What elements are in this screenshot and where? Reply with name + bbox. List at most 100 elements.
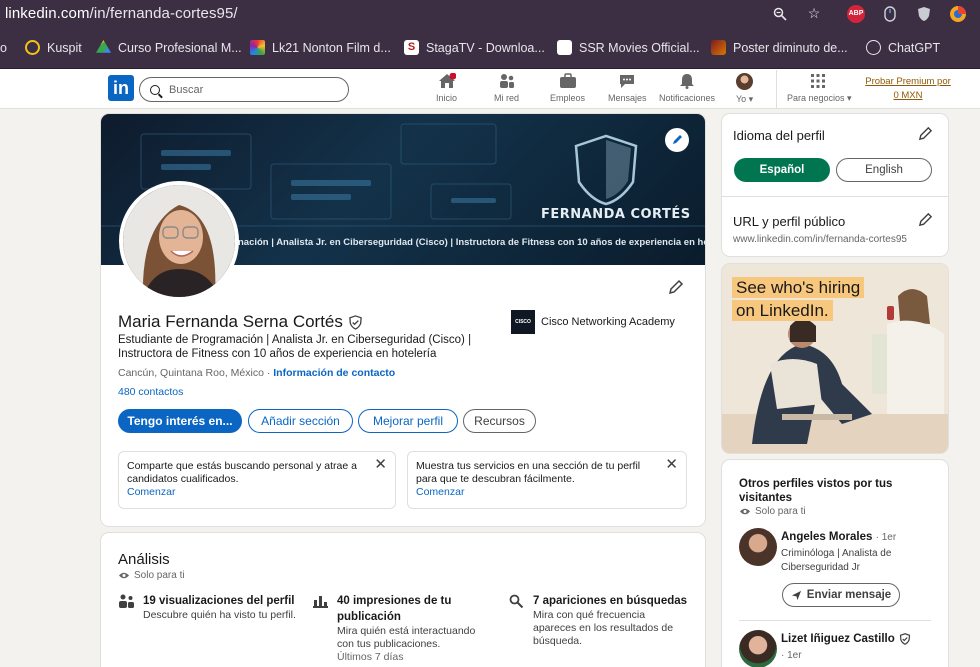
stat-search-appearances[interactable]: 7 apariciones en búsquedas Mira con qué … — [509, 593, 689, 648]
nav-label: Mi red — [494, 93, 520, 103]
shield-extension-icon[interactable] — [912, 4, 936, 24]
url-host: linkedin.com — [5, 5, 90, 22]
stagatv-icon: S — [404, 40, 419, 55]
contact-info-link[interactable]: Información de contacto — [273, 367, 395, 379]
open-to-button[interactable]: Tengo interés en... — [118, 409, 242, 433]
close-icon[interactable]: ✕ — [665, 457, 678, 472]
edit-intro-button[interactable] — [668, 279, 684, 300]
ad-headline-line1: See who's hiring — [732, 277, 865, 298]
bookmark-label: Kuspit — [47, 40, 82, 55]
abp-badge: ABP — [847, 4, 865, 23]
person-name-row[interactable]: Angeles Morales · 1er — [781, 531, 896, 543]
analytics-title: Análisis — [118, 551, 170, 568]
profile-photo[interactable] — [119, 181, 239, 301]
avatar[interactable] — [739, 630, 777, 667]
stat-title: 19 visualizaciones del perfil — [143, 595, 295, 607]
viewers-title: Otros perfiles vistos por tus visitantes — [739, 478, 893, 504]
close-icon[interactable]: ✕ — [374, 457, 387, 472]
private-label: Solo para ti — [134, 570, 185, 581]
pencil-icon — [673, 135, 682, 144]
pencil-icon[interactable] — [918, 212, 933, 227]
bar-chart-icon — [313, 596, 328, 608]
connection-degree: · 1er — [781, 650, 802, 661]
nav-jobs[interactable]: Empleos — [550, 73, 585, 103]
nav-label: Mensajes — [608, 93, 647, 103]
avatar — [736, 73, 754, 90]
public-url-value[interactable]: www.linkedin.com/in/fernanda-cortes95 — [733, 234, 907, 245]
profile-name-row: Maria Fernanda Serna Cortés — [118, 312, 363, 332]
avatar[interactable] — [739, 528, 777, 566]
linkedin-logo[interactable]: in — [108, 75, 134, 101]
person-headline: Criminóloga | Analista de Ciberseguridad… — [781, 548, 892, 573]
chatgpt-icon — [866, 40, 881, 55]
nav-label: Empleos — [550, 93, 586, 103]
nav-my-network[interactable]: Mi red — [494, 73, 519, 103]
stat-profile-views[interactable]: 19 visualizaciones del perfil Descubre q… — [119, 593, 304, 622]
nav-me[interactable]: Yo ▾ — [736, 73, 753, 105]
divider — [739, 620, 931, 621]
linkedin-global-nav: in Buscar Inicio Mi red Empleos Mensajes… — [0, 69, 980, 109]
bookmark-item-lk21[interactable]: Lk21 Nonton Film d... — [250, 27, 391, 69]
bookmark-label: SSR Movies Official... — [579, 40, 700, 55]
zoom-icon[interactable] — [768, 4, 792, 24]
chrome-profile-icon[interactable] — [946, 4, 970, 24]
nav-label: Yo ▾ — [736, 94, 754, 104]
url-path: /in/fernanda-cortes95/ — [89, 5, 238, 22]
add-section-button[interactable]: Añadir sección — [248, 409, 353, 433]
browser-url-bar[interactable]: linkedin.com/in/fernanda-cortes95/ ☆ ABP — [0, 0, 980, 27]
url-text[interactable]: linkedin.com/in/fernanda-cortes95/ — [5, 5, 238, 22]
verified-icon[interactable] — [348, 314, 363, 330]
language-english-button[interactable]: English — [836, 158, 932, 182]
nav-notifications[interactable]: Notificaciones — [659, 73, 715, 103]
person-name-row[interactable]: Lizet Iñiguez Castillo — [781, 633, 911, 645]
bookmark-item-kuspit[interactable]: Kuspit — [25, 27, 82, 69]
stat-title: 40 impresiones de tu publicación — [337, 595, 452, 623]
bookmark-item-stagatv[interactable]: S StagaTV - Downloa... — [404, 27, 545, 69]
current-company[interactable]: CISCO Cisco Networking Academy — [511, 310, 675, 334]
hiring-ad[interactable]: See who's hiring on LinkedIn. — [722, 264, 948, 453]
search-icon — [150, 84, 160, 95]
send-message-button[interactable]: Enviar mensaje — [782, 583, 900, 607]
people-also-viewed-card: Otros perfiles vistos por tus visitantes… — [722, 460, 948, 667]
nav-messaging[interactable]: Mensajes — [608, 73, 647, 103]
hint-start-link[interactable]: Comenzar — [127, 486, 365, 499]
bookmark-item-curso[interactable]: Curso Profesional M... — [96, 27, 242, 69]
bookmark-item-ssr[interactable]: SSR Movies Official... — [557, 27, 700, 69]
mouse-extension-icon[interactable] — [878, 4, 902, 24]
hint-start-link[interactable]: Comenzar — [416, 486, 656, 499]
bookmark-item-chatgpt[interactable]: ChatGPT — [866, 27, 940, 69]
connections-link[interactable]: 480 contactos — [118, 386, 183, 398]
search-input[interactable]: Buscar — [139, 77, 349, 102]
bookmark-star-icon[interactable]: ☆ — [802, 4, 826, 24]
company-name: Cisco Networking Academy — [541, 316, 675, 328]
person-name: Angeles Morales — [781, 531, 873, 543]
browser-toolbar-icons: ☆ ABP — [768, 0, 980, 27]
pencil-icon[interactable] — [918, 126, 933, 141]
bookmark-label: Poster diminuto de... — [733, 40, 848, 55]
hint-text: Muestra tus servicios en una sección de … — [416, 460, 641, 485]
resources-button[interactable]: Recursos — [463, 409, 536, 433]
send-message-label: Enviar mensaje — [806, 589, 892, 601]
bookmark-label: ChatGPT — [888, 40, 941, 55]
cisco-logo: CISCO — [511, 310, 535, 334]
language-spanish-button[interactable]: Español — [734, 158, 830, 182]
ad-headline-line2: on LinkedIn. — [732, 300, 833, 321]
adblock-extension-icon[interactable]: ABP — [844, 4, 868, 24]
people-icon — [119, 594, 134, 608]
bookmark-item-poster[interactable]: Poster diminuto de... — [711, 27, 848, 69]
profile-name: Maria Fernanda Serna Cortés — [118, 312, 343, 331]
stat-post-impressions[interactable]: 40 impresiones de tu publicación Mira qu… — [313, 593, 493, 664]
profile-language-card: Idioma del perfil Español English URL y … — [722, 114, 948, 256]
bookmark-label: StagaTV - Downloa... — [426, 40, 545, 55]
nav-for-business[interactable]: Para negocios ▾ — [787, 73, 852, 104]
edit-banner-button[interactable] — [665, 128, 689, 152]
stat-title: 7 apariciones en búsquedas — [533, 595, 688, 607]
lk21-icon — [250, 40, 265, 55]
ad-headline: See who's hiring on LinkedIn. — [732, 276, 865, 322]
enhance-profile-button[interactable]: Mejorar perfil — [358, 409, 458, 433]
blank-page-icon — [557, 40, 572, 55]
nav-label: Para negocios ▾ — [787, 93, 852, 103]
premium-trial-link[interactable]: Probar Premium por 0 MXN — [862, 75, 954, 103]
bookmark-item-partial[interactable]: o — [0, 27, 7, 69]
nav-home[interactable]: Inicio — [436, 72, 457, 103]
